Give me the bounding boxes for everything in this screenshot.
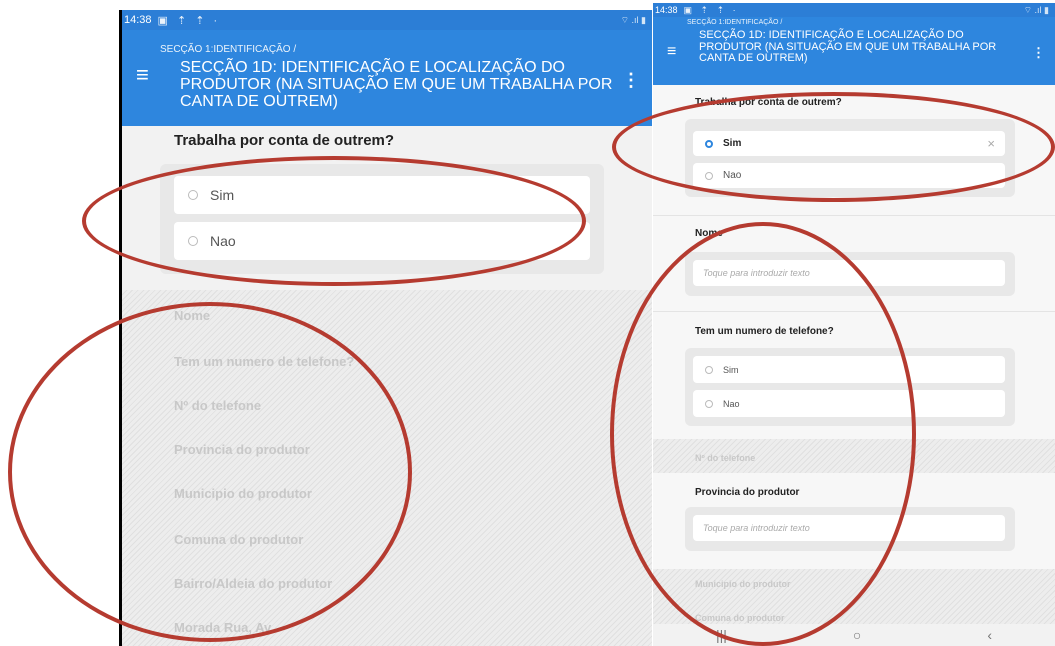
app-bar: ≡ SECÇÃO 1:IDENTIFICAÇÃO / SECÇÃO 1D: ID… — [122, 30, 652, 126]
nome-label: Nome — [695, 228, 723, 239]
options-group: Sim Nao — [685, 348, 1015, 426]
signal-icon: ⌔ .ıl ▮ — [1023, 4, 1049, 15]
app-bar: ≡ SECÇÃO 1:IDENTIFICAÇÃO / SECÇÃO 1D: ID… — [653, 17, 1055, 85]
option-label: Nao — [723, 398, 740, 409]
status-time: 14:38 — [124, 14, 152, 26]
option-label: Sim — [210, 187, 235, 203]
left-screenshot: 14:38 ▣ ⇡ ⇡ · ⌔ .ıl ▮ ≡ SECÇÃO 1:IDENTIF… — [119, 10, 652, 646]
option-sim[interactable]: Sim — [693, 356, 1005, 383]
disabled-field: Bairro/Aldeia do produtor — [174, 576, 333, 591]
phone-question-card: Tem um numero de telefone? Sim Nao — [653, 311, 1055, 440]
options-group: Sim Nao — [160, 164, 604, 274]
disabled-phone-number: Nº do telefone — [653, 439, 1055, 473]
disabled-field: Municipio do produtor — [695, 579, 791, 589]
disabled-field: Nome — [174, 308, 211, 323]
notification-icons: ▣ ⇡ ⇡ · — [157, 14, 221, 27]
disabled-field: Tem um numero de telefone? — [174, 354, 355, 369]
provincia-label: Provincia do produtor — [695, 487, 800, 498]
radio-icon[interactable] — [188, 236, 198, 246]
option-nao[interactable]: Nao — [693, 163, 1005, 188]
radio-selected-icon[interactable] — [705, 139, 713, 148]
disabled-field: Municipio do produtor — [174, 486, 312, 501]
option-nao[interactable]: Nao — [174, 222, 590, 260]
option-nao[interactable]: Nao — [693, 390, 1005, 417]
disabled-field: Nº do telefone — [174, 398, 262, 413]
recent-apps-icon[interactable]: ||| — [716, 627, 727, 643]
option-label: Sim — [723, 138, 742, 149]
more-options-icon[interactable]: ⋮ — [622, 70, 640, 91]
clear-icon[interactable]: × — [987, 136, 995, 151]
disabled-field: Provincia do produtor — [174, 442, 310, 457]
status-time: 14:38 — [655, 5, 678, 15]
home-icon[interactable]: ○ — [853, 627, 861, 643]
disabled-fields-area: Nome Tem um numero de telefone? Nº do te… — [122, 290, 652, 646]
input-group: Toque para introduzir texto — [685, 252, 1015, 296]
nome-card: Nome Toque para introduzir texto — [653, 215, 1055, 312]
radio-icon[interactable] — [705, 365, 713, 374]
question-label: Trabalha por conta de outrem? — [695, 97, 842, 108]
nome-input[interactable]: Toque para introduzir texto — [693, 260, 1005, 286]
status-bar: 14:38 ▣ ⇡ ⇡ · ⌔ .ıl ▮ — [122, 10, 652, 30]
radio-icon[interactable] — [705, 399, 713, 408]
more-options-icon[interactable]: ⋮ — [1032, 45, 1045, 61]
option-label: Sim — [723, 364, 739, 375]
hamburger-menu-icon[interactable]: ≡ — [667, 43, 676, 61]
status-bar: 14:38 ▣ ⇡ ⇡ · ⌔ .ıl ▮ — [653, 3, 1055, 17]
right-screenshot: 14:38 ▣ ⇡ ⇡ · ⌔ .ıl ▮ ≡ SECÇÃO 1:IDENTIF… — [653, 3, 1055, 646]
option-label: Nao — [723, 170, 742, 181]
option-sim-selected[interactable]: Sim × — [693, 131, 1005, 156]
notification-icons: ▣ ⇡ ⇡ · — [683, 4, 739, 15]
disabled-field: Morada Rua, Av. — [174, 620, 274, 635]
breadcrumb[interactable]: SECÇÃO 1:IDENTIFICAÇÃO / — [687, 19, 782, 26]
provincia-input[interactable]: Toque para introduzir texto — [693, 515, 1005, 541]
disabled-field: Comuna do produtor — [695, 613, 785, 623]
question-card: Trabalha por conta de outrem? Sim × Nao — [653, 85, 1055, 215]
radio-icon[interactable] — [705, 171, 713, 180]
option-sim[interactable]: Sim — [174, 176, 590, 214]
page-title: SECÇÃO 1D: IDENTIFICAÇÃO E LOCALIZAÇÃO D… — [699, 29, 997, 65]
disabled-field: Comuna do produtor — [174, 532, 304, 547]
disabled-field: Nº do telefone — [695, 453, 756, 463]
back-icon[interactable]: ‹ — [987, 627, 992, 643]
question-label: Trabalha por conta de outrem? — [174, 132, 395, 149]
hamburger-menu-icon[interactable]: ≡ — [136, 62, 149, 88]
signal-icon: ⌔ .ıl ▮ — [620, 14, 646, 25]
option-label: Nao — [210, 233, 236, 249]
page-title: SECÇÃO 1D: IDENTIFICAÇÃO E LOCALIZAÇÃO D… — [180, 59, 613, 110]
phone-question-label: Tem um numero de telefone? — [695, 326, 834, 337]
breadcrumb[interactable]: SECÇÃO 1:IDENTIFICAÇÃO / — [160, 44, 296, 55]
radio-icon[interactable] — [188, 190, 198, 200]
options-group: Sim × Nao — [685, 119, 1015, 197]
system-nav-bar: ||| ○ ‹ — [653, 624, 1055, 646]
provincia-card: Provincia do produtor Toque para introdu… — [653, 473, 1055, 569]
input-group: Toque para introduzir texto — [685, 507, 1015, 551]
